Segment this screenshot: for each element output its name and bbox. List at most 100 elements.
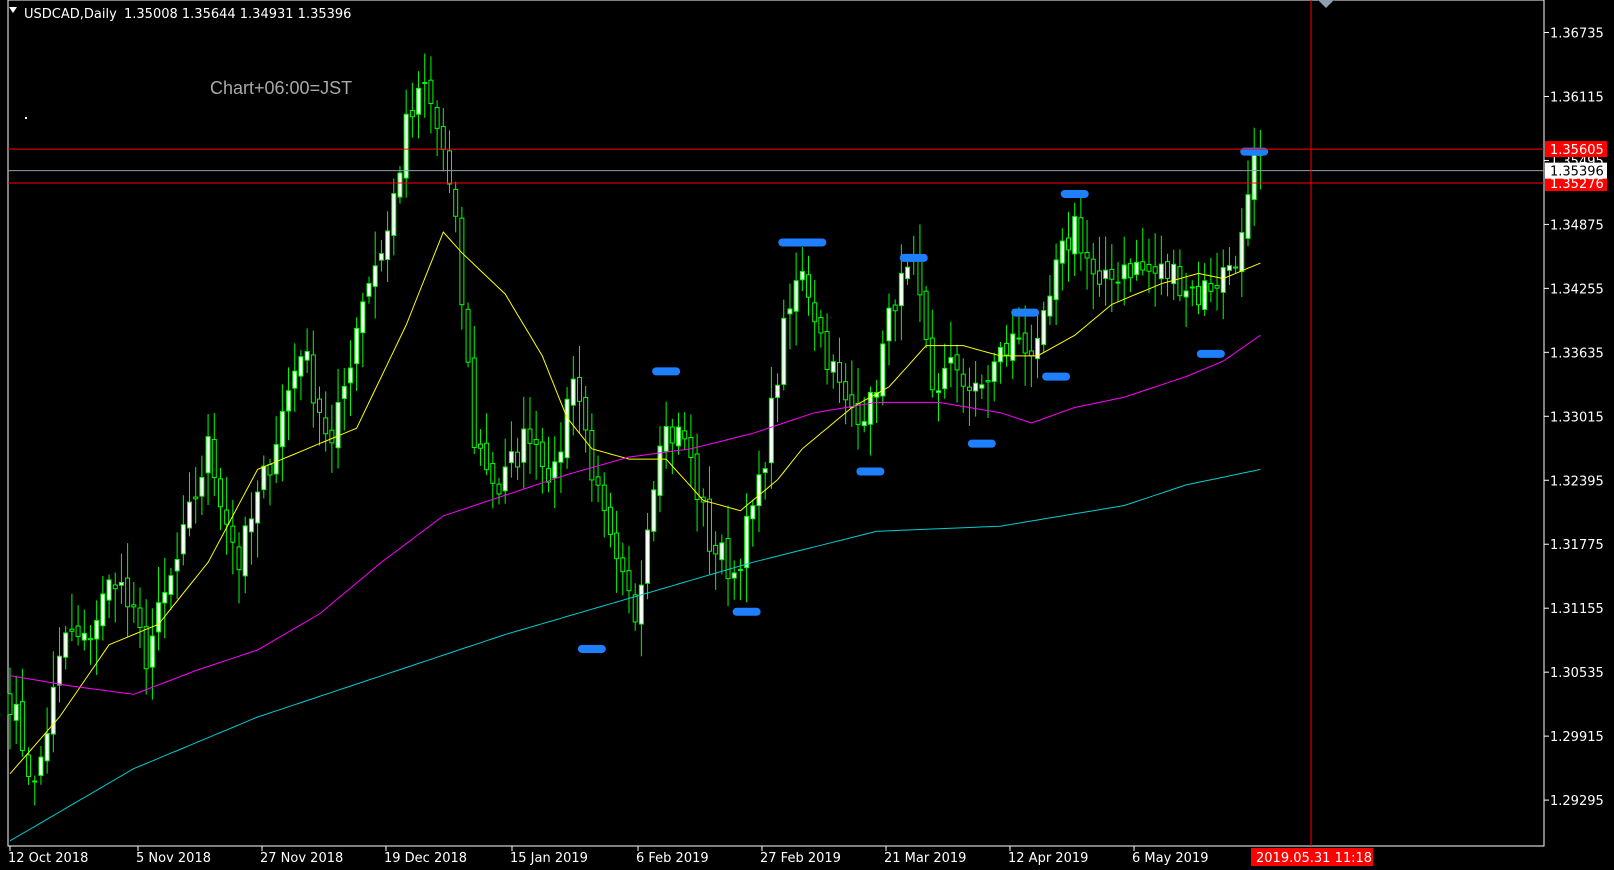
swing-marker (732, 607, 761, 616)
candle-body (936, 390, 941, 393)
candle-body (576, 377, 582, 402)
candle-body (719, 542, 725, 561)
candle-body (100, 593, 106, 627)
candle-body (806, 274, 812, 298)
candle-body (378, 253, 384, 261)
candle-body (1183, 290, 1189, 298)
candle-body (1146, 263, 1152, 272)
candle-body (502, 466, 508, 492)
candle-body (645, 529, 651, 584)
y-tick-label: 1.31775 (1550, 538, 1604, 553)
small-dot (25, 117, 27, 119)
chart-canvas[interactable]: 1.367351.361151.354951.348751.342551.336… (0, 0, 1614, 870)
candle-body (1103, 269, 1109, 280)
ma-long-line (9, 468, 1261, 842)
candle-body (737, 569, 743, 572)
candle-body (954, 354, 960, 371)
candle-body (682, 430, 688, 440)
candle-body (187, 501, 193, 529)
candle-body (1022, 332, 1028, 354)
candle-body (1158, 263, 1164, 280)
candle-body (973, 382, 979, 392)
candle-body (1226, 265, 1232, 271)
candle-body (261, 465, 267, 491)
candle-body (75, 625, 81, 637)
candle-body (267, 464, 273, 476)
candle-body (1053, 259, 1059, 301)
shift-marker-icon[interactable] (1318, 0, 1334, 8)
candle-body (589, 429, 595, 481)
candle-body (255, 491, 261, 524)
candle-body (205, 436, 211, 474)
candle-body (1109, 268, 1115, 280)
candle-body (1152, 266, 1158, 274)
candle-body (434, 107, 440, 129)
candle-body (385, 230, 391, 260)
candle-body (1065, 237, 1071, 251)
horizontal-lines-group[interactable] (8, 148, 1544, 184)
candle-body (607, 506, 613, 535)
candle-body (1041, 310, 1047, 346)
candle-body (1251, 154, 1257, 201)
x-tick-label: 12 Oct 2018 (8, 851, 88, 866)
candle-body (768, 397, 774, 464)
candle-body (32, 780, 38, 783)
price-axis[interactable]: 1.367351.361151.354951.348751.342551.336… (1544, 26, 1607, 809)
candle-body (1084, 251, 1090, 259)
candle-body (19, 701, 25, 751)
candle-body (317, 398, 322, 413)
dropdown-triangle-icon[interactable] (9, 7, 17, 13)
candle-body (50, 686, 56, 735)
candle-body (1239, 232, 1245, 273)
current-price-label: 1.35396 (1550, 165, 1604, 180)
candle-body (1121, 264, 1127, 280)
candle-body (118, 581, 124, 586)
candle-body (496, 483, 502, 495)
y-tick-label: 1.31155 (1550, 602, 1604, 617)
candle-body (1202, 280, 1208, 311)
y-tick-label: 1.33015 (1550, 410, 1604, 425)
candle-body (1078, 217, 1084, 254)
plot-area[interactable] (7, 0, 1545, 847)
candle-body (781, 317, 787, 385)
candle-body (1208, 283, 1214, 292)
candle-body (13, 703, 19, 721)
candle-body (7, 693, 13, 715)
swing-marker (652, 367, 681, 376)
swing-marker (577, 644, 606, 653)
candle-body (985, 380, 991, 383)
swing-marker (778, 238, 827, 247)
candle-body (942, 367, 948, 390)
candle-body (830, 361, 836, 373)
candle-body (688, 437, 694, 458)
candle-body (329, 429, 335, 444)
candle-body (1134, 261, 1140, 276)
candle-body (979, 384, 985, 389)
time-axis[interactable]: 12 Oct 2018 5 Nov 2018 27 Nov 2018 19 Dec 2… (8, 846, 1373, 866)
candle-body (341, 385, 347, 400)
y-tick-label: 1.34875 (1550, 218, 1604, 233)
candle-body (1115, 281, 1121, 284)
candle-body (1016, 337, 1022, 340)
candle-body (750, 505, 756, 520)
candle-body (397, 172, 403, 198)
candle-body (1214, 284, 1220, 289)
candle-body (1195, 285, 1201, 306)
candle-body (626, 570, 632, 592)
candle-body (905, 266, 911, 280)
candle-body (174, 558, 180, 572)
swing-marker (967, 439, 996, 448)
candle-body (948, 357, 954, 364)
ma-mid-line (9, 334, 1261, 695)
candle-body (713, 544, 719, 555)
candle-body (193, 496, 199, 500)
candle-body (836, 362, 842, 383)
plot-border (7, 0, 1545, 847)
candle-body (533, 439, 539, 445)
candle-body (694, 453, 700, 501)
candle-body (149, 635, 155, 668)
candle-body (323, 417, 329, 435)
candle-body (898, 272, 904, 307)
candle-body (521, 428, 527, 463)
candles-group (7, 53, 1263, 806)
